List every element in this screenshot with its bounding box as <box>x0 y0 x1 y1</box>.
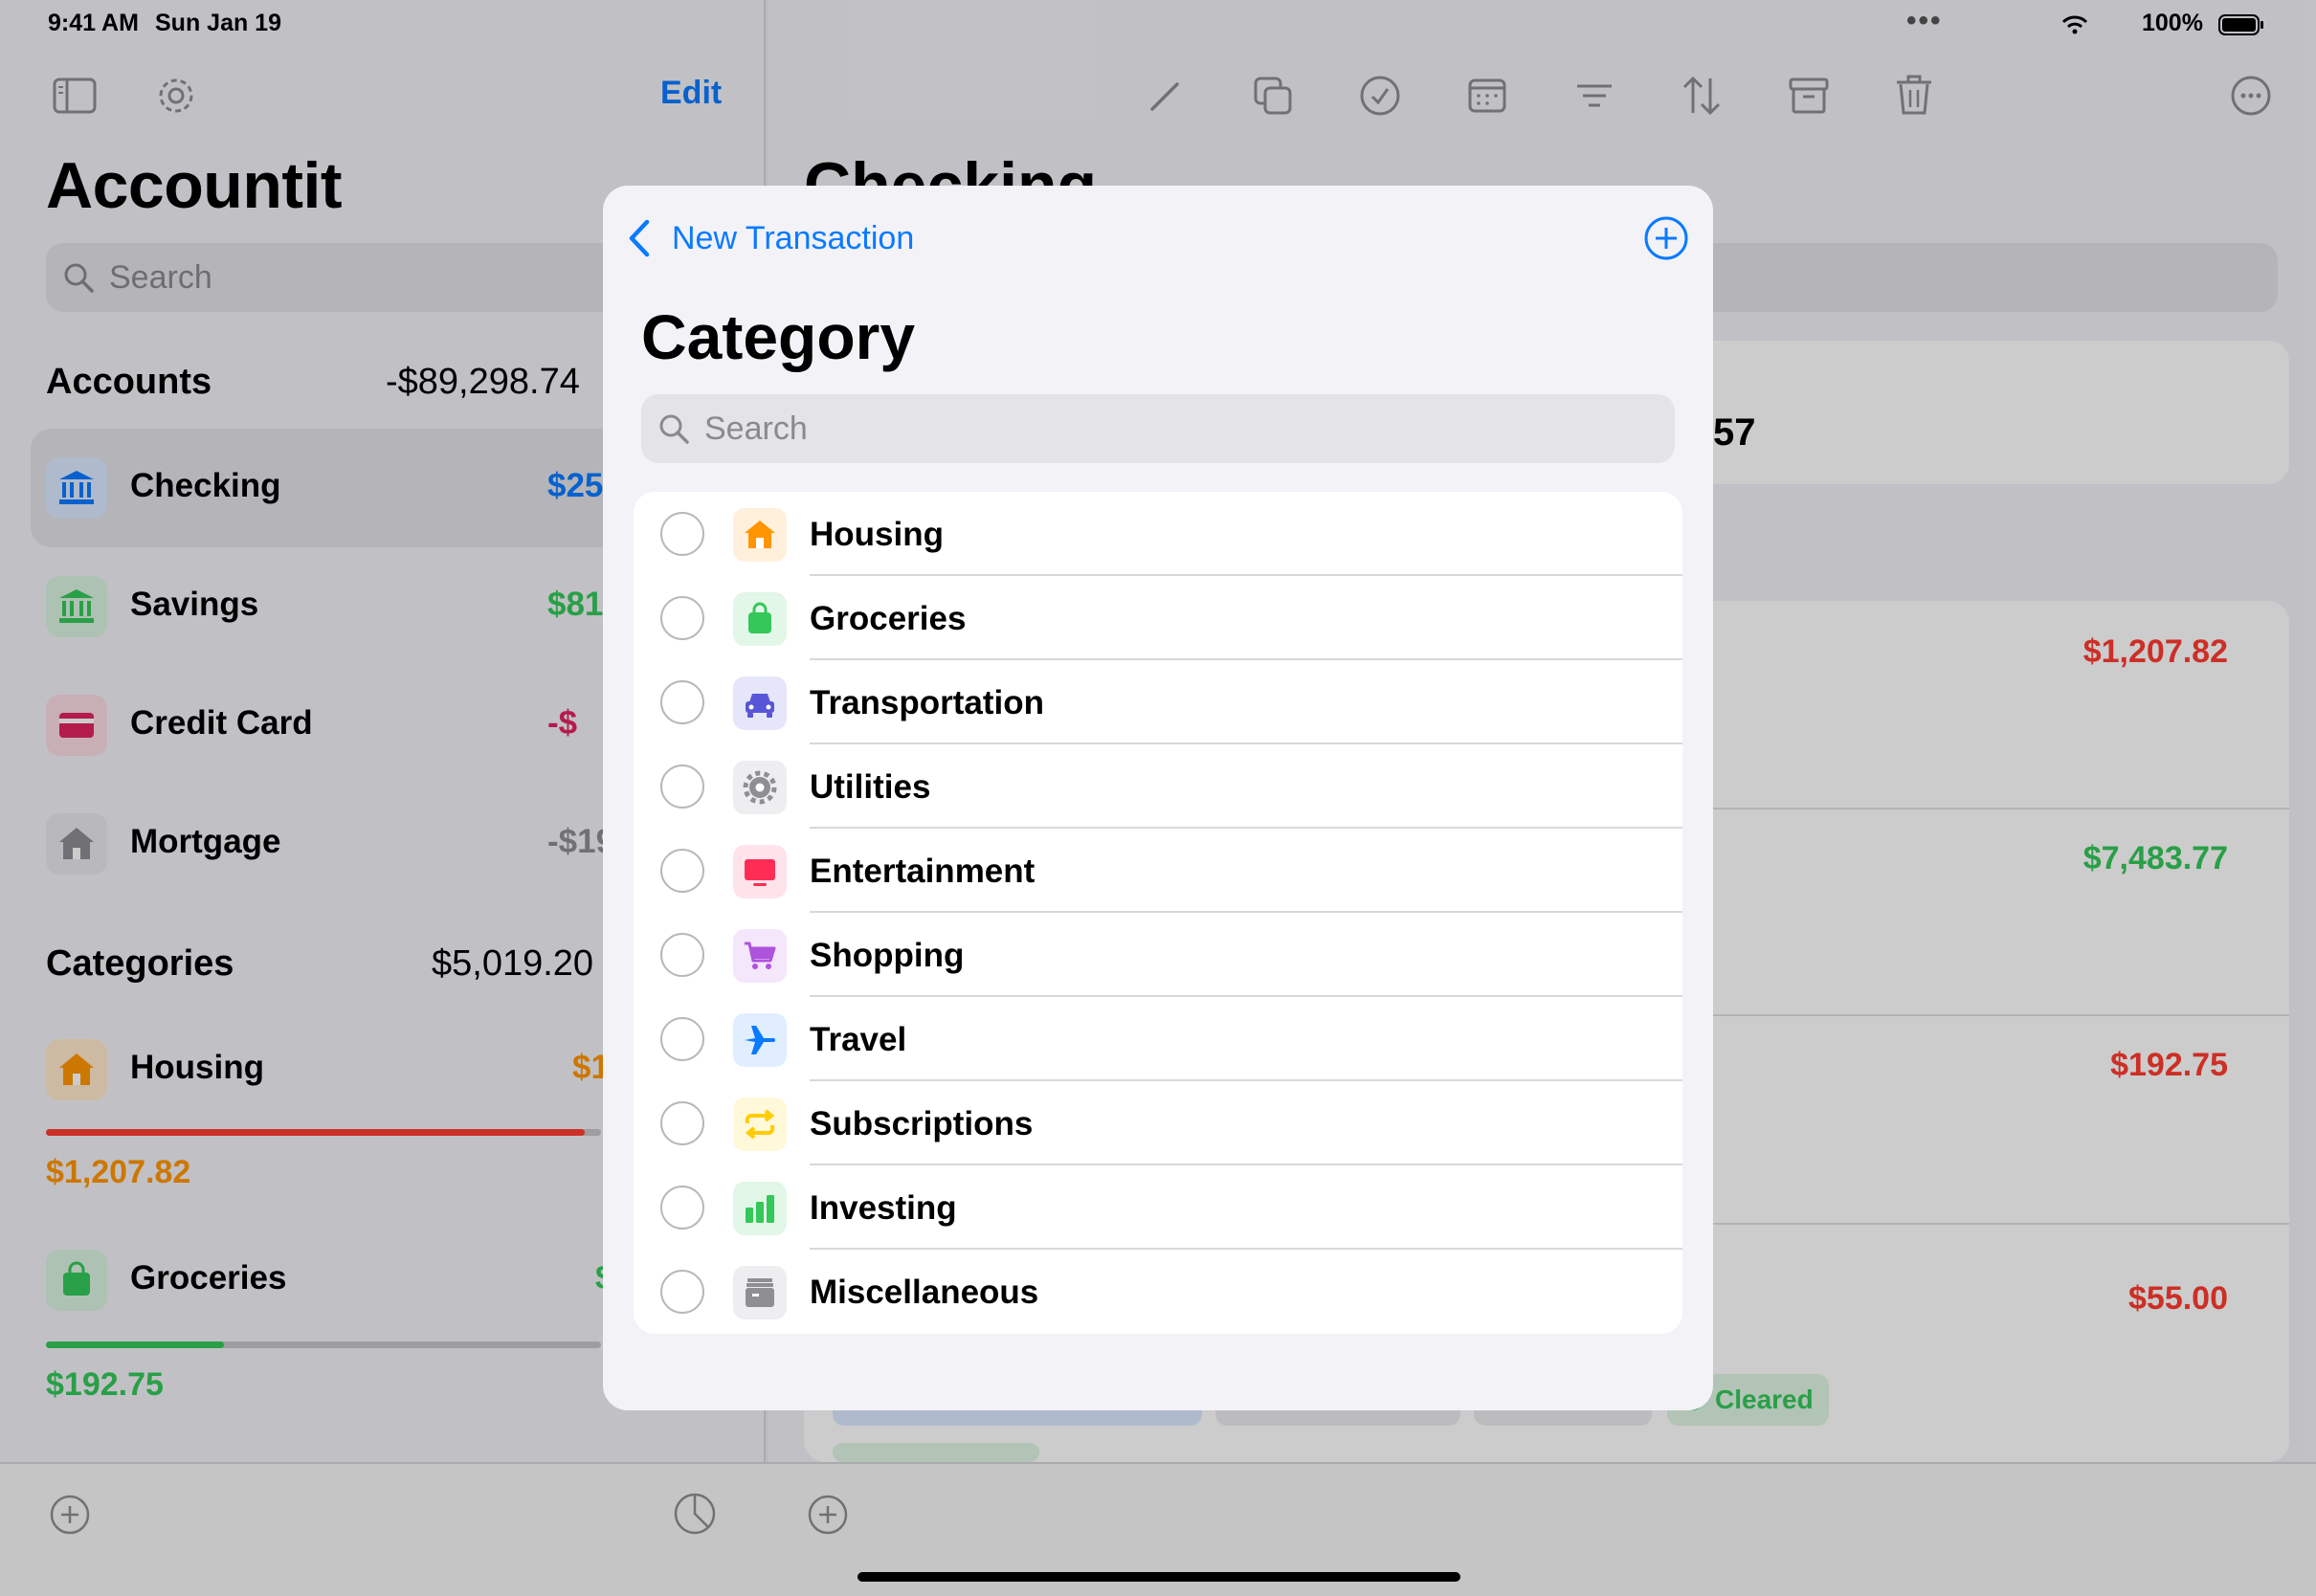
category-label: Entertainment <box>810 853 1036 890</box>
category-row-transportation[interactable]: Transportation <box>634 660 1682 744</box>
category-row-shopping[interactable]: Shopping <box>634 913 1682 997</box>
radio-button[interactable] <box>660 933 704 977</box>
add-category-button[interactable] <box>1642 214 1690 262</box>
cart-icon <box>733 929 787 983</box>
home-indicator[interactable] <box>857 1572 1460 1582</box>
repeat-icon <box>733 1097 787 1151</box>
chart-icon <box>733 1182 787 1235</box>
category-label: Shopping <box>810 937 965 974</box>
radio-button[interactable] <box>660 849 704 893</box>
tv-icon <box>733 845 787 898</box>
category-label: Housing <box>810 516 944 553</box>
category-label: Utilities <box>810 768 931 806</box>
search-placeholder: Search <box>704 410 808 447</box>
radio-button[interactable] <box>660 1186 704 1230</box>
sheet-title: Category <box>641 301 916 372</box>
category-picker-sheet: New Transaction Category Search Housing … <box>603 186 1713 1410</box>
radio-button[interactable] <box>660 596 704 640</box>
airplane-icon <box>733 1013 787 1067</box>
category-list: Housing Groceries Transportation Utiliti… <box>634 492 1682 1334</box>
radio-button[interactable] <box>660 765 704 809</box>
house-icon <box>733 508 787 562</box>
category-row-miscellaneous[interactable]: Miscellaneous <box>634 1250 1682 1334</box>
category-row-subscriptions[interactable]: Subscriptions <box>634 1081 1682 1165</box>
radio-button[interactable] <box>660 1101 704 1145</box>
category-label: Miscellaneous <box>810 1274 1039 1311</box>
search-icon <box>659 414 689 444</box>
radio-button[interactable] <box>660 1270 704 1314</box>
bag-icon <box>733 592 787 646</box>
category-row-investing[interactable]: Investing <box>634 1165 1682 1250</box>
category-row-housing[interactable]: Housing <box>634 492 1682 576</box>
back-button[interactable]: New Transaction <box>626 218 914 258</box>
back-label: New Transaction <box>672 219 915 256</box>
radio-button[interactable] <box>660 1017 704 1061</box>
category-label: Subscriptions <box>810 1105 1034 1142</box>
car-icon <box>733 676 787 730</box>
chevron-left-icon <box>629 219 650 257</box>
category-label: Transportation <box>810 684 1045 721</box>
category-label: Investing <box>810 1189 957 1227</box>
radio-button[interactable] <box>660 680 704 724</box>
category-label: Travel <box>810 1021 907 1058</box>
gear-icon <box>733 761 787 814</box>
category-search-input[interactable]: Search <box>641 394 1675 463</box>
category-row-travel[interactable]: Travel <box>634 997 1682 1081</box>
plus-circle-icon <box>1644 216 1688 260</box>
category-row-entertainment[interactable]: Entertainment <box>634 829 1682 913</box>
category-label: Groceries <box>810 600 967 637</box>
archive-icon <box>733 1266 787 1319</box>
category-row-groceries[interactable]: Groceries <box>634 576 1682 660</box>
category-row-utilities[interactable]: Utilities <box>634 744 1682 829</box>
radio-button[interactable] <box>660 512 704 556</box>
